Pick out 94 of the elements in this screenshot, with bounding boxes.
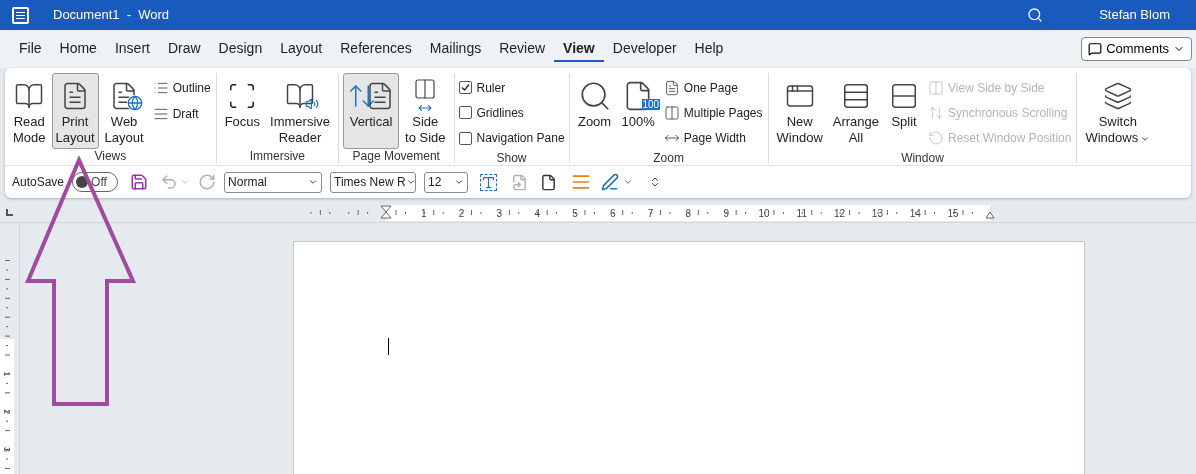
- zoom-badge: 100: [641, 99, 661, 110]
- checkbox[interactable]: [458, 106, 472, 120]
- ribbon-button[interactable]: Side to Side: [401, 73, 450, 149]
- group-label: Views: [94, 149, 127, 163]
- chevron-down-icon: [405, 177, 416, 187]
- chevron-down-icon: [308, 177, 319, 187]
- ruler-number: 4: [534, 208, 540, 219]
- comment-icon: [1088, 42, 1103, 56]
- checkbox-option[interactable]: Ruler: [458, 75, 565, 101]
- font-dropdown[interactable]: Times New R: [330, 171, 417, 193]
- ruler-number: 1: [421, 208, 427, 219]
- menu-tab[interactable]: Insert: [105, 36, 159, 62]
- ruler-number: 15: [947, 208, 959, 219]
- ruler-number: 13: [871, 208, 883, 219]
- reset-icon: [928, 130, 945, 147]
- menu-tab[interactable]: Mailings: [420, 36, 491, 62]
- indent-marker[interactable]: [985, 211, 995, 219]
- ruler-number: 10: [758, 208, 770, 219]
- pen-dropdown-icon[interactable]: [623, 177, 634, 187]
- autosave-label: AutoSave: [12, 174, 65, 191]
- ruler-number: 2: [2, 409, 12, 415]
- menu-tab[interactable]: Design: [209, 36, 272, 62]
- ribbon-button[interactable]: Page Width: [662, 125, 764, 151]
- group-label: Page Movement: [352, 149, 440, 163]
- ruler-number: 8: [685, 208, 692, 219]
- switch-windows-icon: [1102, 81, 1133, 111]
- comments-button[interactable]: Comments: [1081, 37, 1192, 61]
- group-label: Immersive: [249, 149, 305, 163]
- indent-marker[interactable]: [380, 205, 392, 219]
- menu-tab[interactable]: References: [331, 36, 421, 62]
- ribbon-button[interactable]: Vertical: [343, 73, 399, 149]
- menu-tab[interactable]: Review: [490, 36, 555, 62]
- group-label: Show: [496, 151, 527, 165]
- user-name: Stefan Blom: [1099, 6, 1170, 25]
- ribbon-button[interactable]: Web Layout: [100, 73, 148, 149]
- book-speaker-icon: [285, 81, 316, 111]
- ruler-number: 5: [572, 208, 578, 219]
- lines-icon[interactable]: [571, 172, 592, 192]
- size-dropdown[interactable]: 12: [424, 171, 469, 193]
- ribbon-button[interactable]: Draft: [151, 101, 212, 127]
- menu-tab[interactable]: Home: [50, 36, 106, 62]
- ribbon-button[interactable]: Outline: [151, 75, 212, 101]
- ribbon-button[interactable]: Read Mode: [9, 73, 50, 149]
- ribbon-button[interactable]: Zoom: [573, 73, 616, 149]
- ribbon-button[interactable]: Arrange All: [828, 73, 884, 149]
- ruler-number: 7: [647, 208, 654, 219]
- menu-tab[interactable]: Help: [685, 36, 733, 62]
- page-icon[interactable]: [540, 173, 558, 191]
- ruler-number: 2: [458, 208, 465, 219]
- window-title: Document1 - Word: [53, 6, 170, 25]
- ribbon-button[interactable]: Immersive Reader: [266, 73, 334, 149]
- ruler-number: 6: [610, 208, 616, 219]
- checkbox[interactable]: [458, 131, 472, 145]
- text-box-icon[interactable]: [480, 173, 498, 191]
- ribbon-button[interactable]: Focus: [220, 73, 265, 149]
- menu-tab[interactable]: Developer: [603, 36, 686, 62]
- ruler-number: 12: [834, 208, 846, 219]
- save-icon[interactable]: [130, 173, 149, 191]
- ruler-number: 3: [2, 447, 12, 453]
- document-logo-icon: [12, 6, 29, 24]
- ruler-number: 3: [496, 208, 503, 219]
- style-dropdown[interactable]: Normal: [224, 171, 323, 193]
- pen-icon[interactable]: [601, 173, 620, 191]
- checkbox-option[interactable]: Gridlines: [458, 100, 565, 126]
- menu-tab[interactable]: View: [554, 36, 604, 62]
- ruler-number: 9: [723, 208, 729, 219]
- group-label: Window: [901, 151, 944, 165]
- ribbon-button[interactable]: Print Layout: [51, 73, 99, 149]
- open-book-icon: [14, 81, 45, 111]
- ribbon-button[interactable]: Split: [885, 73, 924, 149]
- ribbon-button[interactable]: 100 100%: [617, 73, 659, 149]
- ribbon-button[interactable]: Switch Windows: [1081, 73, 1155, 149]
- ribbon-button[interactable]: New Window: [772, 73, 827, 149]
- ribbon-button[interactable]: Multiple Pages: [662, 100, 764, 126]
- ruler-number: 14: [909, 208, 921, 219]
- menu-tab[interactable]: File: [10, 36, 51, 62]
- group-label: Zoom: [653, 151, 684, 165]
- side-pages-icon: [928, 79, 945, 96]
- checkbox-option[interactable]: Navigation Pane: [458, 125, 565, 151]
- text-cursor: [388, 338, 389, 355]
- two-pages-icon: [663, 105, 680, 121]
- ruler-number: 11: [796, 208, 807, 219]
- outline-icon: [152, 80, 169, 96]
- chevron-down-icon: [454, 177, 465, 187]
- page-icon: [663, 79, 680, 96]
- tab-selector-icon[interactable]: [6, 209, 13, 216]
- scroll-sync-icon: [928, 105, 945, 121]
- draft-icon: [152, 106, 169, 122]
- ribbon-button[interactable]: One Page: [662, 75, 764, 101]
- menu-tab[interactable]: Layout: [271, 36, 332, 62]
- search-icon[interactable]: [1027, 7, 1044, 23]
- menu-tab[interactable]: Draw: [158, 36, 210, 62]
- checkbox[interactable]: [458, 81, 472, 95]
- ruler-number: 1: [2, 371, 12, 377]
